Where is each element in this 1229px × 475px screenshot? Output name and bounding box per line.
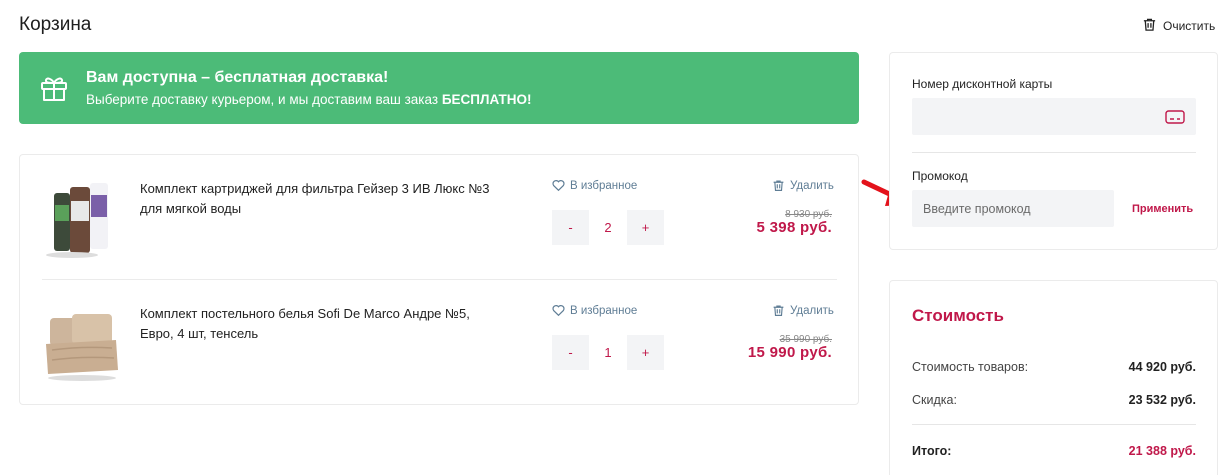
- quantity-value[interactable]: 1: [589, 335, 627, 370]
- trash-icon: [1142, 17, 1157, 35]
- cart-item: Комплект постельного белья Sofi De Marco…: [42, 280, 837, 405]
- cart-item: Комплект картриджей для фильтра Гейзер 3…: [42, 155, 837, 280]
- total-row: Итого: 21 388 руб.: [912, 444, 1196, 458]
- promo-code-input[interactable]: [912, 190, 1114, 227]
- price: 15 990 руб.: [747, 344, 832, 361]
- discount-amount-value: 23 532 руб.: [1128, 393, 1196, 407]
- delete-item-button[interactable]: Удалить: [772, 304, 834, 317]
- discount-panel: Номер дисконтной карты Промокод Применит…: [889, 52, 1218, 250]
- discount-amount-label: Скидка:: [912, 393, 957, 407]
- decrease-quantity-button[interactable]: -: [552, 210, 589, 245]
- goods-cost-label: Стоимость товаров:: [912, 360, 1029, 374]
- credit-card-icon[interactable]: [1165, 110, 1185, 124]
- delete-label: Удалить: [790, 179, 834, 192]
- discount-row: Скидка: 23 532 руб.: [912, 393, 1196, 407]
- discount-card-label: Номер дисконтной карты: [912, 77, 1053, 91]
- quantity-value[interactable]: 2: [589, 210, 627, 245]
- quantity-stepper: - 2 +: [552, 210, 664, 245]
- trash-icon: [773, 180, 784, 191]
- gift-icon: [41, 77, 67, 101]
- cart-items-list: Комплект картриджей для фильтра Гейзер 3…: [19, 154, 859, 405]
- decrease-quantity-button[interactable]: -: [552, 335, 589, 370]
- promo-label: Промокод: [912, 169, 968, 183]
- heart-icon: [552, 180, 565, 192]
- product-image-bedding: [46, 314, 118, 381]
- quantity-stepper: - 1 +: [552, 335, 664, 370]
- increase-quantity-button[interactable]: +: [627, 210, 664, 245]
- heart-icon: [552, 305, 565, 317]
- total-label: Итого:: [912, 444, 952, 458]
- trash-icon: [773, 305, 784, 316]
- divider: [912, 424, 1196, 425]
- increase-quantity-button[interactable]: +: [627, 335, 664, 370]
- favorites-label: В избранное: [570, 179, 638, 192]
- delete-label: Удалить: [790, 304, 834, 317]
- page-title: Корзина: [19, 14, 92, 35]
- goods-cost-value: 44 920 руб.: [1128, 360, 1196, 374]
- delete-item-button[interactable]: Удалить: [772, 179, 834, 192]
- cart-page: Корзина Очистить Вам доступна – бесплатн…: [0, 0, 1229, 475]
- product-image-cartridges: [46, 183, 108, 258]
- discount-card-input[interactable]: [912, 98, 1196, 135]
- add-to-favorites-button[interactable]: В избранное: [552, 304, 637, 317]
- product-name[interactable]: Комплект постельного белья Sofi De Marco…: [140, 304, 490, 344]
- cost-title: Стоимость: [912, 306, 1004, 325]
- cost-summary: Стоимость Стоимость товаров: 44 920 руб.…: [889, 280, 1218, 475]
- free-delivery-banner: Вам доступна – бесплатная доставка! Выбе…: [19, 52, 859, 124]
- banner-text-bold: БЕСПЛАТНО!: [441, 92, 532, 107]
- price: 5 398 руб.: [756, 219, 832, 236]
- total-value: 21 388 руб.: [1128, 444, 1196, 458]
- clear-cart-label: Очистить: [1163, 19, 1216, 33]
- product-name[interactable]: Комплект картриджей для фильтра Гейзер 3…: [140, 179, 490, 219]
- clear-cart-button[interactable]: Очистить: [1142, 17, 1215, 35]
- favorites-label: В избранное: [570, 304, 638, 317]
- divider: [912, 152, 1196, 153]
- add-to-favorites-button[interactable]: В избранное: [552, 179, 637, 192]
- apply-promo-button[interactable]: Применить: [1132, 203, 1193, 215]
- goods-cost-row: Стоимость товаров: 44 920 руб.: [912, 360, 1196, 374]
- banner-title: Вам доступна – бесплатная доставка!: [86, 69, 389, 86]
- banner-text: Выберите доставку курьером, и мы достави…: [86, 92, 532, 107]
